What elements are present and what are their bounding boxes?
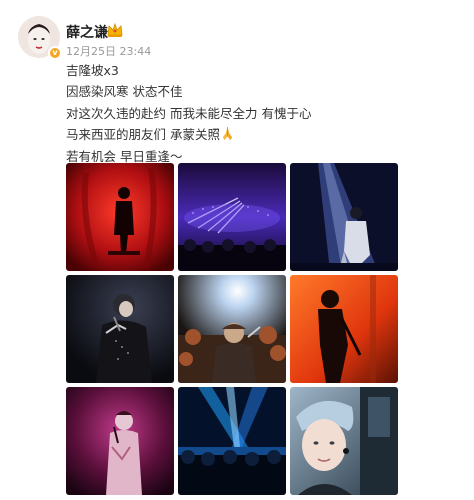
photo-blue-beams[interactable] [178,387,286,495]
photo-orange-stage[interactable] [290,275,398,383]
photo-singer-dark[interactable] [66,275,174,383]
post-content: 吉隆坡x3 因感染风寒 状态不佳 对这次久违的赴约 而我未能尽全力 有愧于心 马… [66,60,456,167]
photo-selfie[interactable] [290,387,398,495]
praying-hands-icon [222,127,233,141]
post-line-4-text: 马来西亚的朋友们 承蒙关照 [66,127,220,143]
post-timestamp: 12月25日 23:44 [66,45,152,58]
photo-crowd-warm[interactable] [178,275,286,383]
crown-icon [107,22,123,37]
username[interactable]: 薛之谦 [66,22,108,42]
post-line-4: 马来西亚的朋友们 承蒙关照 [66,124,456,145]
photo-pink-stage[interactable] [66,387,174,495]
photo-arena-purple[interactable] [178,163,286,271]
verified-badge: v [48,46,62,60]
photo-red-stage[interactable] [66,163,174,271]
photo-spotlight-blue[interactable] [290,163,398,271]
post-line-1: 吉隆坡x3 [66,63,119,78]
post-line-3: 对这次久违的赴约 而我未能尽全力 有愧于心 [66,105,312,121]
post-line-2: 因感染风寒 状态不佳 [66,84,183,100]
